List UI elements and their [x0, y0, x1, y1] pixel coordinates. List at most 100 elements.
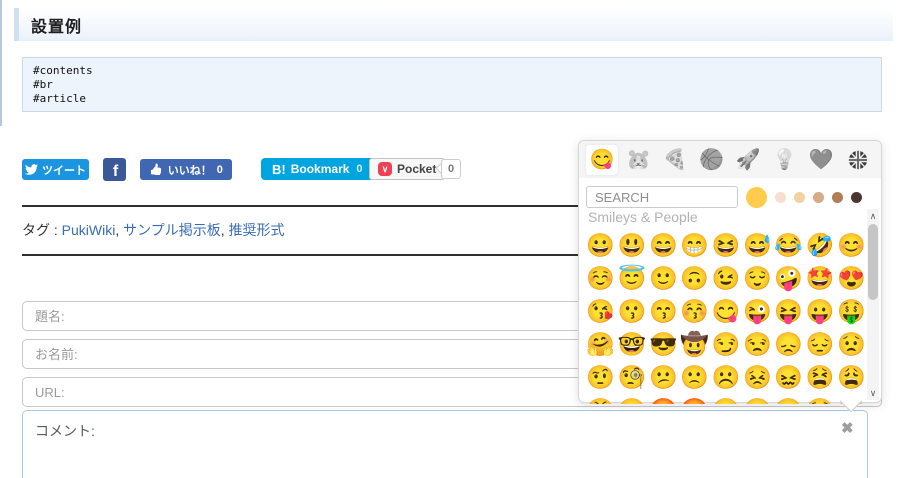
emoji-cell[interactable]: 😁: [679, 229, 710, 262]
emoji-cell[interactable]: 😙: [648, 295, 679, 328]
tweet-button[interactable]: ツイート: [22, 159, 89, 180]
emoji-grid: 😀 😃 😄 😁 😆 😅 😂 🤣 😊 ☺️ 😇 🙂 🙃 😉 😌 🤪 🤩 😍 😘 😗 😙 😚 😋 😜 😝 😛 🤑 🤗 🤓 😎 🤠 😏 😒 😞 😔 😟 🤨 🧐 😕…: [585, 229, 867, 404]
emoji-cell[interactable]: ☺️: [585, 262, 616, 295]
emoji-cell[interactable]: ☹️: [710, 361, 741, 394]
emoji-cell[interactable]: 🤩: [804, 262, 835, 295]
tag-links: PukiWiki, サンプル掲示板, 推奨形式: [61, 222, 285, 238]
page: 設置例 #contents #br #article ツイート f 👍 いいね！ 0…: [0, 0, 910, 478]
pocket-button[interactable]: ∨ Pocket: [369, 158, 446, 180]
emoji-cell[interactable]: 😶: [710, 394, 741, 404]
skin-tone-dot[interactable]: [851, 191, 862, 203]
emoji-cell[interactable]: 🤪: [773, 262, 804, 295]
facebook-like-button[interactable]: 👍 いいね！ 0: [140, 159, 232, 180]
emoji-cell[interactable]: 🙁: [679, 361, 710, 394]
skin-tone-dot[interactable]: [832, 191, 843, 203]
emoji-cell[interactable]: 🤗: [585, 328, 616, 361]
union-jack-flag-icon: [848, 150, 868, 169]
emoji-category-travel[interactable]: 🚀: [732, 145, 764, 175]
emoji-cell[interactable]: 😂: [773, 229, 804, 262]
emoji-cell[interactable]: 🤨: [585, 361, 616, 394]
emoji-cell[interactable]: 😞: [773, 328, 804, 361]
emoji-cell[interactable]: 🙂: [648, 262, 679, 295]
page-header: 設置例: [14, 8, 893, 41]
hatena-bookmark-count: 0: [356, 163, 363, 175]
category-emoji-icon: 💡: [772, 148, 798, 171]
pocket-count: 0: [447, 163, 455, 175]
emoji-category-bar: 😋 🐹 🍕 🏀 🚀 💡 ❤️: [579, 141, 881, 178]
emoji-cell[interactable]: 😏: [710, 328, 741, 361]
emoji-cell[interactable]: 😘: [585, 295, 616, 328]
emoji-cell[interactable]: 😑: [773, 394, 804, 404]
comment-textarea[interactable]: [22, 410, 868, 478]
hatena-b-icon: B!: [272, 161, 286, 177]
emoji-category-flags[interactable]: [842, 145, 874, 175]
emoji-cell[interactable]: 😌: [742, 262, 773, 295]
facebook-share-button[interactable]: f: [103, 158, 126, 181]
emoji-cell[interactable]: 😝: [773, 295, 804, 328]
emoji-category-activity[interactable]: 🏀: [696, 145, 728, 175]
hatena-bookmark-button[interactable]: B! Bookmark 0: [261, 158, 374, 180]
emoji-cell[interactable]: 😣: [742, 361, 773, 394]
skin-tone-dot[interactable]: [775, 191, 786, 203]
emoji-category-food[interactable]: 🍕: [659, 145, 691, 175]
tweet-button-label: ツイート: [42, 164, 86, 177]
emoji-cell[interactable]: 😡: [648, 394, 679, 404]
scroll-up-icon[interactable]: ∧: [867, 210, 879, 222]
category-emoji-icon: 😋: [589, 148, 615, 171]
emoji-category-smileys[interactable]: 😋: [586, 144, 618, 175]
category-emoji-icon: 🚀: [735, 148, 761, 171]
emoji-cell[interactable]: 🙃: [679, 262, 710, 295]
emoji-cell[interactable]: 🤓: [616, 328, 647, 361]
emoji-cell[interactable]: 🤬: [679, 394, 710, 404]
window-edge-line: [0, 0, 2, 126]
emoji-cell[interactable]: 😋: [710, 295, 741, 328]
emoji-cell[interactable]: 😒: [742, 328, 773, 361]
code-line: #contents: [33, 64, 93, 77]
emoji-cell[interactable]: 😍: [836, 262, 867, 295]
emoji-cell[interactable]: 😫: [804, 361, 835, 394]
tag-list-label: タグ :: [22, 222, 58, 238]
emoji-cell[interactable]: 😛: [804, 295, 835, 328]
skin-tone-dot[interactable]: [746, 186, 767, 208]
emoji-scrollbar[interactable]: ∧ ∨: [867, 209, 879, 400]
emoji-cell[interactable]: 😖: [773, 361, 804, 394]
scroll-down-icon[interactable]: ∨: [867, 387, 879, 399]
emoji-cell[interactable]: 😆: [710, 229, 741, 262]
emoji-cell[interactable]: 😟: [836, 328, 867, 361]
like-count: 0: [216, 163, 223, 176]
emoji-cell[interactable]: 🧐: [616, 361, 647, 394]
tag-link[interactable]: PukiWiki: [62, 222, 116, 238]
emoji-cell[interactable]: 😅: [742, 229, 773, 262]
close-icon[interactable]: ✖: [841, 419, 854, 437]
category-emoji-icon: ❤️: [808, 148, 834, 171]
tag-link[interactable]: サンプル掲示板: [123, 222, 221, 238]
emoji-cell[interactable]: 😐: [742, 394, 773, 404]
emoji-cell[interactable]: 😕: [648, 361, 679, 394]
emoji-category-animals[interactable]: 🐹: [623, 145, 655, 175]
emoji-cell[interactable]: 😊: [836, 229, 867, 262]
emoji-cell[interactable]: 😎: [648, 328, 679, 361]
emoji-cell[interactable]: 😉: [710, 262, 741, 295]
emoji-cell[interactable]: 🤑: [836, 295, 867, 328]
emoji-cell[interactable]: 😄: [648, 229, 679, 262]
emoji-cell[interactable]: 😚: [679, 295, 710, 328]
emoji-category-objects[interactable]: 💡: [769, 145, 801, 175]
skin-tone-dot[interactable]: [813, 191, 824, 203]
emoji-cell[interactable]: 🤣: [804, 229, 835, 262]
emoji-cell[interactable]: 😜: [742, 295, 773, 328]
emoji-cell[interactable]: 😗: [616, 295, 647, 328]
emoji-cell[interactable]: 😠: [616, 394, 647, 404]
emoji-category-symbols[interactable]: ❤️: [805, 145, 837, 175]
emoji-cell[interactable]: 🤠: [679, 328, 710, 361]
emoji-cell[interactable]: 😔: [804, 328, 835, 361]
emoji-cell[interactable]: 😯: [804, 394, 835, 404]
scrollbar-thumb[interactable]: [868, 224, 878, 300]
tag-link[interactable]: 推奨形式: [229, 222, 285, 238]
emoji-cell[interactable]: 😇: [616, 262, 647, 295]
skin-tone-dot[interactable]: [794, 191, 805, 203]
emoji-search-input[interactable]: [586, 186, 738, 208]
emoji-cell[interactable]: 😤: [585, 394, 616, 404]
emoji-cell[interactable]: 😀: [585, 229, 616, 262]
emoji-cell[interactable]: 😃: [616, 229, 647, 262]
hatena-bookmark-label: Bookmark: [290, 162, 350, 176]
